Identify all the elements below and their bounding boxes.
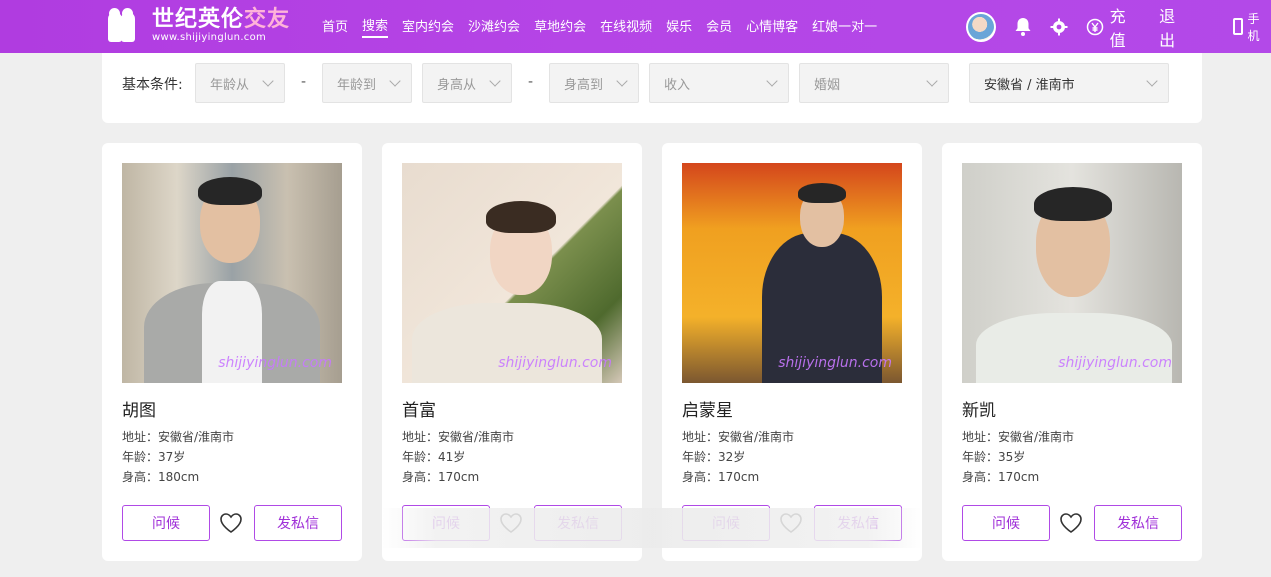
member-name[interactable]: 新凯 bbox=[962, 396, 996, 421]
private-message-button[interactable]: 发私信 bbox=[254, 505, 342, 541]
region-select[interactable]: 安徽省 / 淮南市 bbox=[969, 63, 1169, 103]
site-logo[interactable]: 世纪英伦交友 www.shijiyinglun.com bbox=[106, 6, 290, 46]
search-filter-panel: 基本条件: 年龄从 - 年龄到 身高从 - 身高到 收入 婚姻 安徽省 / 淮南… bbox=[102, 53, 1202, 123]
member-card: shijiyinglun.com 启蒙星 地址：安徽省/淮南市 年龄：32岁 身… bbox=[662, 143, 922, 561]
member-card: shijiyinglun.com 新凯 地址：安徽省/淮南市 年龄：35岁 身高… bbox=[942, 143, 1202, 561]
member-card: shijiyinglun.com 胡图 地址：安徽省/淮南市 年龄：37岁 身高… bbox=[102, 143, 362, 561]
member-photo[interactable]: shijiyinglun.com bbox=[962, 163, 1182, 383]
range-separator: - bbox=[528, 74, 534, 90]
chevron-down-icon bbox=[262, 75, 274, 87]
height-from-select[interactable]: 身高从 bbox=[422, 63, 512, 103]
chevron-down-icon bbox=[1146, 75, 1158, 87]
member-photo[interactable]: shijiyinglun.com bbox=[682, 163, 902, 383]
nav-membership[interactable]: 会员 bbox=[706, 16, 732, 37]
member-name[interactable]: 胡图 bbox=[122, 396, 156, 421]
member-age: 年龄：37岁 bbox=[122, 450, 186, 464]
yen-icon[interactable] bbox=[1086, 18, 1104, 36]
couple-logo-icon bbox=[106, 8, 138, 44]
member-address: 地址：安徽省/淮南市 bbox=[122, 430, 235, 444]
blur-overlay bbox=[382, 508, 922, 548]
user-avatar[interactable] bbox=[966, 11, 996, 42]
recharge-link[interactable]: 充值 bbox=[1110, 3, 1142, 51]
member-address: 地址：安徽省/淮南市 bbox=[682, 430, 795, 444]
logout-link[interactable]: 退出 bbox=[1159, 3, 1191, 51]
marriage-select[interactable]: 婚姻 bbox=[799, 63, 949, 103]
chevron-down-icon bbox=[389, 75, 401, 87]
nav-beach-date[interactable]: 沙滩约会 bbox=[468, 16, 520, 37]
chevron-down-icon bbox=[616, 75, 628, 87]
nav-matchmaker[interactable]: 红娘一对一 bbox=[812, 16, 877, 37]
bell-icon[interactable] bbox=[1014, 17, 1032, 37]
nav-search[interactable]: 搜索 bbox=[362, 15, 389, 38]
gear-icon[interactable] bbox=[1050, 18, 1068, 36]
member-height: 身高：170cm bbox=[402, 470, 480, 484]
mobile-label: 手机 bbox=[1247, 11, 1260, 43]
range-separator: - bbox=[301, 74, 307, 90]
chevron-down-icon bbox=[489, 75, 501, 87]
chevron-down-icon bbox=[766, 75, 778, 87]
header-actions: 充值 退出 手机 bbox=[966, 0, 1271, 53]
greet-button[interactable]: 问候 bbox=[122, 505, 210, 541]
filter-label: 基本条件: bbox=[122, 77, 183, 93]
member-age: 年龄：32岁 bbox=[682, 450, 746, 464]
member-address: 地址：安徽省/淮南市 bbox=[402, 430, 515, 444]
member-age: 年龄：35岁 bbox=[962, 450, 1026, 464]
nav-lawn-date[interactable]: 草地约会 bbox=[534, 16, 586, 37]
member-height: 身高：170cm bbox=[682, 470, 760, 484]
member-photo[interactable]: shijiyinglun.com bbox=[122, 163, 342, 383]
member-height: 身高：180cm bbox=[122, 470, 200, 484]
member-height: 身高：170cm bbox=[962, 470, 1040, 484]
main-nav: 首页 搜索 室内约会 沙滩约会 草地约会 在线视频 娱乐 会员 心情博客 红娘一… bbox=[322, 0, 891, 53]
nav-indoor-date[interactable]: 室内约会 bbox=[402, 16, 454, 37]
nav-mood-blog[interactable]: 心情博客 bbox=[746, 16, 798, 37]
logo-url: www.shijiyinglun.com bbox=[152, 32, 267, 43]
member-name[interactable]: 启蒙星 bbox=[682, 396, 733, 421]
private-message-button[interactable]: 发私信 bbox=[1094, 505, 1182, 541]
chevron-down-icon bbox=[926, 75, 938, 87]
nav-entertainment[interactable]: 娱乐 bbox=[666, 16, 692, 37]
photo-watermark: shijiyinglun.com bbox=[1058, 355, 1172, 371]
nav-online-video[interactable]: 在线视频 bbox=[600, 16, 652, 37]
heart-icon[interactable] bbox=[1059, 512, 1083, 534]
photo-watermark: shijiyinglun.com bbox=[778, 355, 892, 371]
member-name[interactable]: 首富 bbox=[402, 396, 436, 421]
member-photo[interactable]: shijiyinglun.com bbox=[402, 163, 622, 383]
income-select[interactable]: 收入 bbox=[649, 63, 789, 103]
member-address: 地址：安徽省/淮南市 bbox=[962, 430, 1075, 444]
photo-watermark: shijiyinglun.com bbox=[218, 355, 332, 371]
photo-watermark: shijiyinglun.com bbox=[498, 355, 612, 371]
age-from-select[interactable]: 年龄从 bbox=[195, 63, 285, 103]
phone-icon bbox=[1232, 18, 1244, 35]
heart-icon[interactable] bbox=[219, 512, 243, 534]
height-to-select[interactable]: 身高到 bbox=[549, 63, 639, 103]
logo-title: 世纪英伦交友 bbox=[152, 7, 291, 32]
member-age: 年龄：41岁 bbox=[402, 450, 466, 464]
mobile-link[interactable]: 手机 bbox=[1232, 10, 1271, 44]
member-card: shijiyinglun.com 首富 地址：安徽省/淮南市 年龄：41岁 身高… bbox=[382, 143, 642, 561]
greet-button[interactable]: 问候 bbox=[962, 505, 1050, 541]
nav-home[interactable]: 首页 bbox=[322, 16, 348, 37]
top-navigation-bar: 世纪英伦交友 www.shijiyinglun.com 首页 搜索 室内约会 沙… bbox=[0, 0, 1271, 53]
age-to-select[interactable]: 年龄到 bbox=[322, 63, 412, 103]
